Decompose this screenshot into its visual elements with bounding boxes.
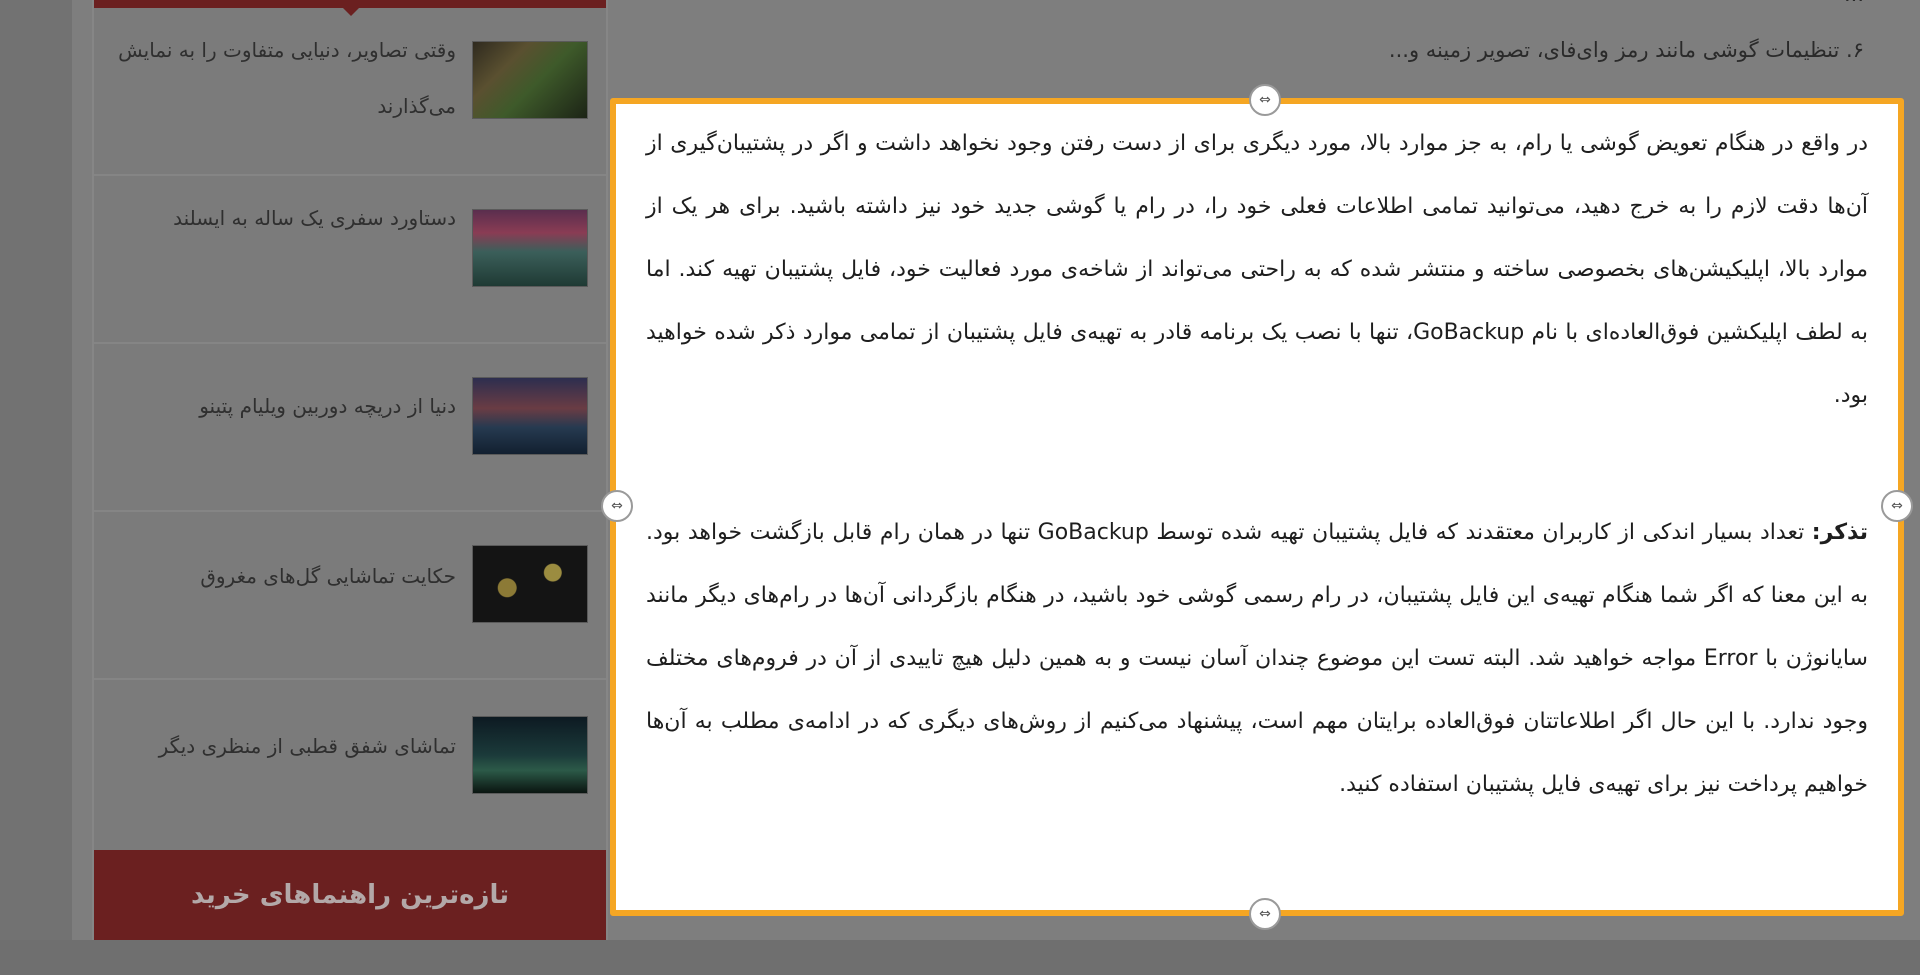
sidebar-item-title[interactable]: تماشای شفق قطبی از منظری دیگر xyxy=(116,718,456,774)
landscape-photo-icon[interactable] xyxy=(472,41,588,119)
article-line-partial: ... xyxy=(964,0,1864,6)
note-text: تعداد بسیار اندکی از کاربران معتقدند که … xyxy=(646,520,1868,797)
resize-handle-right[interactable]: ⇔ xyxy=(1881,490,1913,522)
article-note-paragraph: تذکر: تعداد بسیار اندکی از کاربران معتقد… xyxy=(646,501,1868,816)
resize-handle-icon: ⇔ xyxy=(611,498,623,514)
sidebar-item[interactable]: حکایت تماشایی گل‌های مغروق xyxy=(94,512,606,680)
note-label: تذکر: xyxy=(1811,520,1869,545)
resize-handle-top[interactable]: ⇔ xyxy=(1249,84,1281,116)
sidebar: وقتی تصاویر، دنیایی متفاوت را به نمایش م… xyxy=(92,0,608,940)
sidebar-item-title[interactable]: وقتی تصاویر، دنیایی متفاوت را به نمایش م… xyxy=(116,22,456,134)
aurora-photo-icon[interactable] xyxy=(472,716,588,794)
resize-handle-icon: ⇔ xyxy=(1259,906,1271,922)
sidebar-item[interactable]: تماشای شفق قطبی از منظری دیگر xyxy=(94,680,606,850)
sidebar-item[interactable]: دنیا از دریچه دوربین ویلیام پتینو xyxy=(94,344,606,512)
resize-handle-left[interactable]: ⇔ xyxy=(601,490,633,522)
sidebar-footer-title[interactable]: تازه‌ترین راهنماهای خرید xyxy=(94,850,606,940)
article-paragraph: در واقع در هنگام تعویض گوشی یا رام، به ج… xyxy=(646,131,1869,408)
sidebar-item[interactable]: دستاورد سفری یک ساله به ایسلند xyxy=(94,176,606,344)
page-bottom-band xyxy=(0,940,1920,975)
left-strip xyxy=(0,0,72,940)
sidebar-top-bar xyxy=(94,0,606,16)
sidebar-item[interactable]: وقتی تصاویر، دنیایی متفاوت را به نمایش م… xyxy=(94,8,606,176)
sidebar-item-title[interactable]: دستاورد سفری یک ساله به ایسلند xyxy=(116,190,456,246)
sidebar-item-title[interactable]: دنیا از دریچه دوربین ویلیام پتینو xyxy=(116,378,456,434)
page: وقتی تصاویر، دنیایی متفاوت را به نمایش م… xyxy=(0,0,1920,940)
resize-handle-bottom[interactable]: ⇔ xyxy=(1249,898,1281,930)
landscape-photo-icon[interactable] xyxy=(472,377,588,455)
article-list-item: ۶. تنظیمات گوشی مانند رمز وای‌فای، تصویر… xyxy=(1388,38,1864,62)
flower-photo-icon[interactable] xyxy=(472,545,588,623)
landscape-photo-icon[interactable] xyxy=(472,209,588,287)
resize-handle-icon: ⇔ xyxy=(1259,92,1271,108)
resize-handle-icon: ⇔ xyxy=(1891,498,1903,514)
sidebar-item-title[interactable]: حکایت تماشایی گل‌های مغروق xyxy=(116,548,456,604)
selected-text-block[interactable]: در واقع در هنگام تعویض گوشی یا رام، به ج… xyxy=(610,98,1904,916)
